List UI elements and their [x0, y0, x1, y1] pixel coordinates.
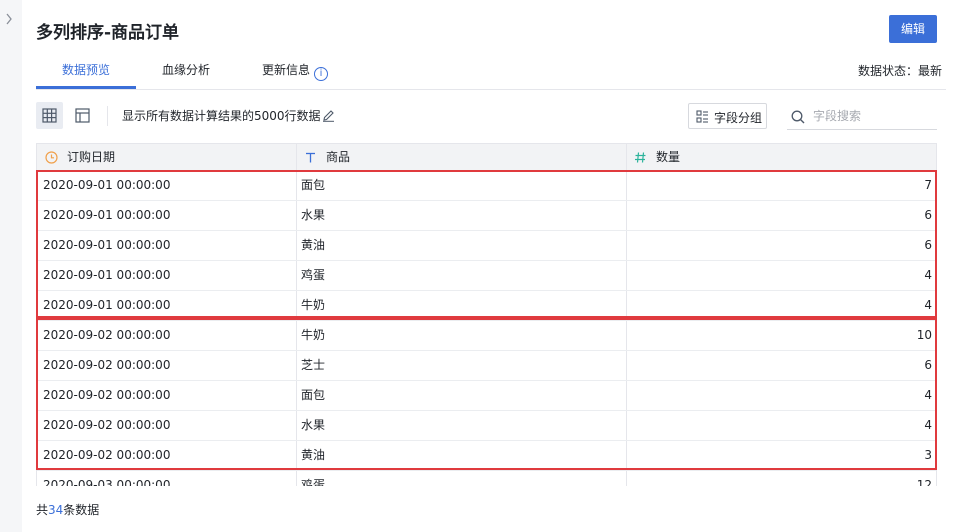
- table-row[interactable]: 2020-09-01 00:00:00 水果 6: [37, 201, 936, 231]
- tab-lineage-analysis[interactable]: 血缘分析: [162, 58, 210, 89]
- field-search-input[interactable]: [813, 106, 933, 126]
- edit-button[interactable]: 编辑: [889, 15, 937, 43]
- data-table: 订购日期 商品 数量 2020-09-01 00:00:00 面包 7 2020-09…: [36, 143, 937, 486]
- field-group-label: 字段分组: [714, 111, 763, 125]
- cell-product: 牛奶: [301, 298, 326, 312]
- cell-quantity: 3: [924, 448, 932, 462]
- table-row[interactable]: 2020-09-02 00:00:00 面包 4: [37, 381, 936, 411]
- cell-order-date: 2020-09-01 00:00:00: [43, 238, 171, 252]
- cell-product: 黄油: [301, 448, 326, 462]
- column-label: 数量: [656, 150, 681, 164]
- result-description: 显示所有数据计算结果的5000行数据: [122, 109, 321, 123]
- tab-label: 数据预览: [62, 63, 111, 77]
- layout-icon: [75, 108, 90, 123]
- cell-product: 面包: [301, 388, 326, 402]
- search-icon: [791, 110, 805, 124]
- cell-quantity: 10: [916, 328, 932, 342]
- row-count-suffix: 条数据: [63, 503, 100, 517]
- pencil-icon[interactable]: [322, 109, 335, 122]
- cell-order-date: 2020-09-01 00:00:00: [43, 298, 171, 312]
- column-header-product[interactable]: 商品: [296, 144, 626, 171]
- tabs-divider: [36, 89, 946, 90]
- column-header-order-date[interactable]: 订购日期: [37, 144, 296, 171]
- cell-quantity: 4: [924, 298, 932, 312]
- table-row[interactable]: 2020-09-01 00:00:00 鸡蛋 4: [37, 261, 936, 291]
- row-count-value: 34: [48, 503, 64, 517]
- cell-order-date: 2020-09-02 00:00:00: [43, 388, 171, 402]
- layout-view-button[interactable]: [69, 102, 96, 129]
- table-row[interactable]: 2020-09-02 00:00:00 黄油 3: [37, 441, 936, 471]
- cell-product: 面包: [301, 178, 326, 192]
- table-header: 订购日期 商品 数量: [37, 143, 936, 171]
- cell-product: 水果: [301, 208, 326, 222]
- row-count: 共34条数据: [36, 501, 99, 518]
- cell-quantity: 6: [924, 238, 932, 252]
- cell-quantity: 12: [916, 478, 932, 486]
- grid-icon: [42, 108, 57, 123]
- cell-product: 鸡蛋: [301, 268, 326, 282]
- cell-order-date: 2020-09-01 00:00:00: [43, 268, 171, 282]
- cell-order-date: 2020-09-01 00:00:00: [43, 178, 171, 192]
- grid-view-button[interactable]: [36, 102, 63, 129]
- cell-quantity: 4: [924, 388, 932, 402]
- cell-product: 黄油: [301, 238, 326, 252]
- table-scrollbar[interactable]: [938, 170, 946, 486]
- field-group-button[interactable]: 字段分组: [688, 103, 767, 129]
- row-count-prefix: 共: [36, 503, 49, 517]
- cell-order-date: 2020-09-01 00:00:00: [43, 208, 171, 222]
- tab-data-preview[interactable]: 数据预览: [62, 58, 110, 89]
- cell-product: 芝士: [301, 358, 326, 372]
- cell-order-date: 2020-09-02 00:00:00: [43, 358, 171, 372]
- table-row[interactable]: 2020-09-01 00:00:00 牛奶 4: [37, 291, 936, 321]
- cell-product: 鸡蛋: [301, 478, 326, 486]
- table-row[interactable]: 2020-09-01 00:00:00 黄油 6: [37, 231, 936, 261]
- cell-quantity: 4: [924, 268, 932, 282]
- cell-quantity: 6: [924, 208, 932, 222]
- column-label: 订购日期: [67, 150, 116, 164]
- cell-product: 水果: [301, 418, 326, 432]
- table-row[interactable]: 2020-09-02 00:00:00 水果 4: [37, 411, 936, 441]
- table-row[interactable]: 2020-09-01 00:00:00 面包 7: [37, 171, 936, 201]
- info-icon[interactable]: i: [314, 67, 329, 81]
- table-row[interactable]: 2020-09-02 00:00:00 芝士 6: [37, 351, 936, 381]
- chevron-right-icon[interactable]: [5, 12, 17, 28]
- clock-icon: [45, 151, 58, 164]
- cell-order-date: 2020-09-02 00:00:00: [43, 418, 171, 432]
- table-row[interactable]: 2020-09-02 00:00:00 牛奶 10: [37, 321, 936, 351]
- field-search: [787, 103, 937, 130]
- tab-label: 血缘分析: [162, 63, 211, 77]
- column-label: 商品: [326, 150, 351, 164]
- page-title: 多列排序-商品订单: [36, 23, 180, 43]
- text-type-icon: [306, 152, 315, 163]
- field-group-icon: [696, 110, 708, 123]
- data-status: 数据状态：最新: [857, 64, 942, 78]
- column-header-quantity[interactable]: 数量: [626, 144, 936, 171]
- cell-product: 牛奶: [301, 328, 326, 342]
- cell-quantity: 6: [924, 358, 932, 372]
- cell-order-date: 2020-09-02 00:00:00: [43, 448, 171, 462]
- table-row[interactable]: 2020-09-03 00:00:00 鸡蛋 12: [37, 471, 936, 486]
- toolbar-divider: [107, 106, 108, 126]
- tab-label: 更新信息: [262, 63, 311, 77]
- left-rail: [0, 0, 22, 532]
- cell-quantity: 4: [924, 418, 932, 432]
- cell-order-date: 2020-09-03 00:00:00: [43, 478, 171, 486]
- cell-order-date: 2020-09-02 00:00:00: [43, 328, 171, 342]
- number-type-icon: [635, 152, 646, 163]
- tab-update-info[interactable]: 更新信息 i: [262, 58, 329, 89]
- cell-quantity: 7: [924, 178, 932, 192]
